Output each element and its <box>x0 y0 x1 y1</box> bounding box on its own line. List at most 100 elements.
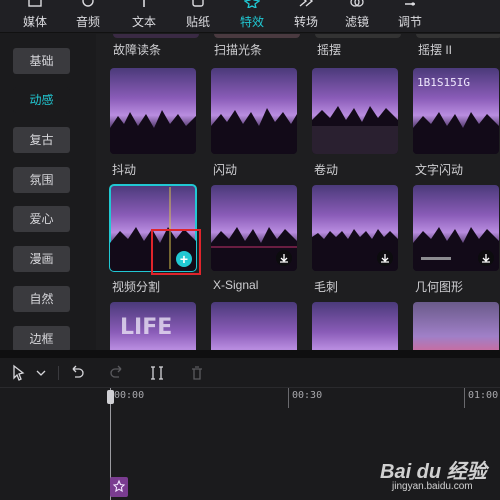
tab-sticker-label: 贴纸 <box>185 15 210 29</box>
tab-sticker[interactable]: 贴纸 <box>173 0 223 33</box>
ruler-label: 00:30 <box>292 390 323 401</box>
effect-thumbnail <box>312 68 398 154</box>
download-button[interactable] <box>276 250 292 266</box>
redo-icon <box>110 365 122 378</box>
ruler-label: 00:00 <box>114 390 145 401</box>
effect-thumbnail <box>211 185 297 271</box>
category-dynamic[interactable]: 动感 <box>13 87 70 113</box>
sticker-icon <box>192 0 204 7</box>
audio-icon <box>82 0 94 7</box>
filter-icon <box>350 0 364 7</box>
app-window: 媒体 音频 文本 贴纸 特效 转场 滤镜 调节 基础 动感 复古 氛围 爱心 漫… <box>0 0 500 500</box>
thumbnail-title-text: LIFE <box>120 315 172 340</box>
transition-icon <box>299 0 314 7</box>
watermark-brand: Bai du 经验 <box>380 461 487 483</box>
tab-media-label: 媒体 <box>22 15 47 29</box>
undo-button[interactable] <box>67 363 87 383</box>
timeline-toolbar <box>0 358 500 388</box>
effect-name: 视频分割 <box>112 280 161 294</box>
playhead-handle[interactable] <box>107 390 114 404</box>
effects-icon <box>244 0 260 8</box>
tab-transition-label: 转场 <box>293 15 318 29</box>
effect-thumbnail <box>413 302 499 350</box>
toolbar-separator <box>58 366 59 380</box>
effect-name: 摇摆 <box>317 43 342 57</box>
top-tab-bar: 媒体 音频 文本 贴纸 特效 转场 滤镜 调节 <box>0 0 500 33</box>
effect-thumbnail: LIFE <box>110 302 196 350</box>
category-atmosphere[interactable]: 氛围 <box>13 167 70 193</box>
effect-name: X-Signal <box>213 278 259 292</box>
category-border[interactable]: 边框 <box>13 326 70 352</box>
category-nature[interactable]: 自然 <box>13 286 70 312</box>
tab-audio[interactable]: 音频 <box>63 0 113 33</box>
star-effect-icon <box>112 479 126 493</box>
cursor-arrow-icon <box>13 364 25 381</box>
adjust-icon <box>405 2 415 6</box>
category-sidebar: 基础 动感 复古 氛围 爱心 漫画 自然 边框 <box>0 34 96 352</box>
download-button[interactable] <box>478 250 494 266</box>
tab-adjust-label: 调节 <box>397 15 422 29</box>
concert-crowd-image <box>312 106 398 154</box>
tab-effects[interactable]: 特效 <box>227 0 277 33</box>
effect-name: 故障读条 <box>113 43 162 57</box>
ruler-tick <box>464 388 465 408</box>
select-tool-button[interactable] <box>9 363 29 383</box>
effect-name: 闪动 <box>213 163 238 177</box>
download-icon <box>280 254 288 263</box>
effect-thumbnail <box>312 185 398 271</box>
effect-thumbnail <box>312 302 398 350</box>
download-icon <box>381 254 389 263</box>
tab-transition[interactable]: 转场 <box>281 0 331 33</box>
download-icon <box>482 254 490 263</box>
effect-name: 卷动 <box>314 163 339 177</box>
effect-name: 摇摆 II <box>418 43 453 57</box>
category-basic[interactable]: 基础 <box>13 48 70 74</box>
split-button[interactable] <box>147 363 167 383</box>
effect-name: 几何图形 <box>415 280 464 294</box>
category-comic[interactable]: 漫画 <box>13 246 70 272</box>
effect-thumbnail <box>211 302 297 350</box>
concert-crowd-image: 1B1S15IG <box>413 76 499 154</box>
effect-name: 抖动 <box>112 163 137 177</box>
tab-filter[interactable]: 滤镜 <box>332 0 382 33</box>
delete-button[interactable] <box>187 363 207 383</box>
effect-thumbnail <box>110 68 196 154</box>
media-icon <box>28 0 42 7</box>
watermark-url: jingyan.baidu.com <box>392 481 473 492</box>
concert-crowd-image <box>211 108 297 154</box>
split-icon <box>151 366 163 380</box>
trash-icon <box>192 366 202 380</box>
tab-adjust[interactable]: 调节 <box>385 0 435 33</box>
text-icon <box>143 0 145 7</box>
tab-text-label: 文本 <box>131 15 156 29</box>
effect-thumbnail <box>211 68 297 154</box>
glitch-text-overlay: 1B1S15IG <box>417 76 470 89</box>
redo-button[interactable] <box>107 363 127 383</box>
tab-media[interactable]: 媒体 <box>10 0 60 33</box>
tab-filter-label: 滤镜 <box>344 15 369 29</box>
panel-divider[interactable] <box>0 350 500 358</box>
concert-crowd-image: LIFE <box>120 315 172 340</box>
tab-text[interactable]: 文本 <box>119 0 169 33</box>
ruler-label: 01:00 <box>468 390 499 401</box>
ruler-tick <box>288 388 289 408</box>
effects-grid: 故障读条 扫描光条 摇摆 摇摆 II 抖动 闪动 卷动 1B1S15IG 文字闪… <box>96 34 500 350</box>
category-love[interactable]: 爱心 <box>13 206 70 232</box>
select-mode-dropdown[interactable] <box>31 363 51 383</box>
effect-name: 文字闪动 <box>415 163 464 177</box>
time-ruler[interactable]: 00:00 00:30 01:00 <box>0 388 500 410</box>
effect-clip-icon[interactable] <box>110 477 128 497</box>
effect-thumbnail <box>413 185 499 271</box>
effect-thumbnail: 1B1S15IG <box>413 68 499 154</box>
download-button[interactable] <box>377 250 393 266</box>
highlight-annotation <box>151 229 201 275</box>
watermark: Bai du 经验 jingyan.baidu.com <box>380 455 495 495</box>
concert-crowd-image <box>110 110 196 154</box>
effect-name: 毛刺 <box>314 280 339 294</box>
chevron-down-icon <box>36 370 46 376</box>
tab-effects-label: 特效 <box>239 15 264 29</box>
undo-icon <box>72 365 84 378</box>
tab-audio-label: 音频 <box>75 15 100 29</box>
effect-name: 扫描光条 <box>214 43 263 57</box>
category-retro[interactable]: 复古 <box>13 127 70 153</box>
